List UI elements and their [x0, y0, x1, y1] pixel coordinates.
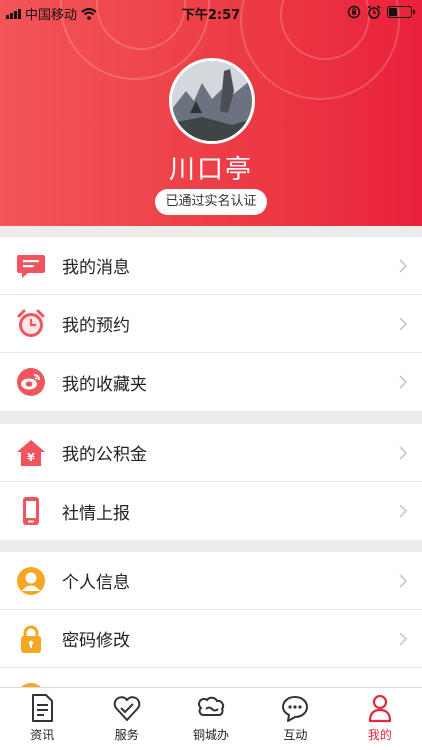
menu-item-label: 我的收藏夹	[62, 374, 147, 395]
menu-item-housing-fund[interactable]: ¥ 我的公积金	[0, 424, 422, 482]
profile-header: 中国移动 下午2:57 川口亭 已通过实名认证	[0, 0, 422, 226]
status-bar: 中国移动 下午2:57	[0, 0, 422, 24]
news-icon	[32, 694, 54, 722]
tab-label: 我的	[367, 728, 392, 742]
favorites-icon	[17, 368, 45, 396]
chevron-right-icon	[399, 504, 408, 518]
avatar-photo	[172, 61, 252, 141]
tab-label: 服务	[114, 728, 139, 742]
tab-city-office[interactable]: 铜城办	[169, 688, 253, 750]
verified-badge: 已通过实名认证	[155, 189, 267, 215]
menu-item-label: 我的预约	[62, 316, 130, 336]
menu-item-change-password[interactable]: 密码修改	[0, 610, 422, 668]
user-icon	[17, 567, 45, 595]
heart-icon	[113, 696, 140, 721]
menu-group-3: 个人信息 密码修改	[0, 552, 422, 687]
rotation-lock-icon	[347, 5, 361, 19]
chevron-right-icon	[399, 632, 408, 646]
person-icon	[368, 694, 391, 723]
menu-item-social-report[interactable]: 社情上报	[0, 482, 422, 540]
message-icon	[17, 255, 45, 278]
tab-news[interactable]: 资讯	[0, 688, 84, 750]
chevron-right-icon	[399, 375, 408, 389]
tab-mine[interactable]: 我的	[338, 688, 422, 750]
user-name: 川口亭	[168, 155, 253, 185]
chevron-right-icon	[399, 574, 408, 588]
chevron-right-icon	[399, 446, 408, 460]
menu-item-label: 我的公积金	[62, 445, 147, 465]
menu-item-label: 密码修改	[62, 631, 130, 651]
menu-group-1: 我的消息 我的预约 我的收藏夹	[0, 237, 422, 411]
menu-item-personal-info[interactable]: 个人信息	[0, 552, 422, 610]
chevron-right-icon	[399, 317, 408, 331]
menu-item-messages[interactable]: 我的消息	[0, 237, 422, 295]
alarm-icon	[367, 5, 381, 19]
menu-item-favorites[interactable]: 我的收藏夹	[0, 353, 422, 411]
lock-icon	[21, 625, 41, 653]
alarm-clock-icon	[17, 309, 45, 337]
menu-item-label: 社情上报	[62, 503, 130, 524]
tab-services[interactable]: 服务	[84, 688, 168, 750]
battery-icon	[387, 6, 415, 18]
menu-item-partial[interactable]	[0, 668, 422, 687]
tab-label: 互动	[283, 728, 308, 742]
menu-item-label: 我的消息	[62, 258, 130, 278]
menu-item-appointments[interactable]: 我的预约	[0, 295, 422, 353]
phone-report-icon	[23, 497, 39, 525]
tab-interaction[interactable]: 互动	[253, 688, 337, 750]
housing-fund-icon: ¥	[17, 440, 45, 466]
chat-icon	[282, 696, 309, 722]
menu-group-2: ¥ 我的公积金 社情上报	[0, 424, 422, 540]
svg-text:¥: ¥	[27, 451, 35, 464]
tab-label: 资讯	[30, 728, 55, 742]
avatar[interactable]	[169, 58, 255, 144]
tab-bar: 资讯 服务 铜城办 互动 我的	[0, 687, 422, 750]
menu-item-label: 个人信息	[62, 573, 130, 593]
chevron-right-icon	[399, 259, 408, 273]
city-cloud-icon	[198, 696, 225, 717]
tab-label: 铜城办	[193, 728, 230, 742]
